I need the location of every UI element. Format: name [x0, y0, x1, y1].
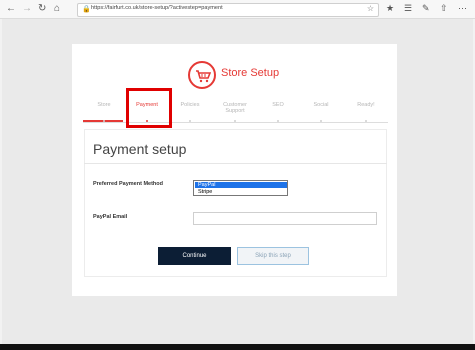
store-logo	[188, 61, 216, 89]
step-dot	[234, 120, 236, 122]
paypal-email-input[interactable]	[193, 212, 377, 225]
reading-list-icon[interactable]: ☰	[404, 3, 412, 14]
option-stripe[interactable]: Stripe	[195, 189, 287, 195]
divider	[84, 163, 387, 164]
step-seo[interactable]: SEO	[260, 102, 296, 108]
preferred-method-label: Preferred Payment Method	[93, 181, 163, 187]
browser-toolbar: ← → ↻ ⌂ 🔒 https://fairfurt.co.uk/store-s…	[0, 0, 475, 19]
continue-button-label: Continue	[182, 253, 207, 259]
share-icon[interactable]: ⇧	[440, 3, 448, 14]
home-icon[interactable]: ⌂	[54, 2, 60, 16]
step-policies[interactable]: Policies	[172, 102, 208, 108]
taskbar	[0, 344, 475, 350]
notes-icon[interactable]: ✎	[422, 3, 430, 14]
step-dot	[320, 120, 322, 122]
step-dot	[365, 120, 367, 122]
forward-arrow-icon[interactable]: →	[22, 2, 32, 16]
address-bar[interactable]: 🔒 https://fairfurt.co.uk/store-setup/?ac…	[77, 3, 379, 17]
paypal-email-label: PayPal Email	[93, 214, 128, 220]
page-title: Payment setup	[93, 141, 187, 157]
cart-icon	[196, 70, 211, 83]
brand-title: Store Setup	[221, 67, 280, 79]
payment-method-select[interactable]: PayPal Stripe	[193, 180, 288, 196]
favorites-bar-icon[interactable]: ★	[386, 3, 394, 14]
url-text: https://fairfurt.co.uk/store-setup/?acti…	[91, 5, 223, 11]
step-dot	[277, 120, 279, 122]
option-paypal[interactable]: PayPal	[195, 182, 287, 188]
payment-step-highlight	[126, 88, 172, 128]
step-ready[interactable]: Ready!	[348, 102, 384, 108]
continue-button[interactable]: Continue	[158, 247, 231, 265]
favorite-star-icon[interactable]: ☆	[367, 4, 374, 13]
step-social[interactable]: Social	[303, 102, 339, 108]
skip-step-button-label: Skip this step	[255, 253, 291, 259]
step-store[interactable]: Store	[86, 102, 122, 108]
more-menu-icon[interactable]: ⋯	[458, 3, 467, 14]
refresh-icon[interactable]: ↻	[38, 2, 46, 16]
step-dot	[189, 120, 191, 122]
back-arrow-icon[interactable]: ←	[6, 2, 16, 16]
lock-icon: 🔒	[82, 6, 91, 13]
step-customer-support[interactable]: Customer Support	[215, 102, 255, 114]
skip-step-button[interactable]: Skip this step	[237, 247, 309, 265]
step-dot	[103, 120, 105, 122]
